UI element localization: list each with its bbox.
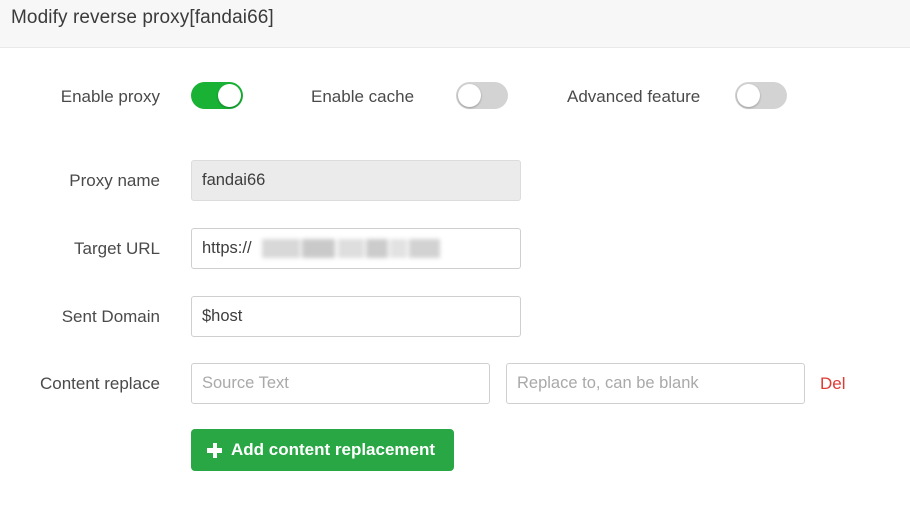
- enable-proxy-toggle[interactable]: [191, 82, 243, 109]
- switch-row: Enable proxy Enable cache Advanced featu…: [0, 48, 910, 118]
- advanced-feature-label: Advanced feature: [567, 87, 701, 106]
- content-replace-source-input[interactable]: [191, 363, 490, 404]
- content-replace-label: Content replace: [39, 374, 160, 393]
- sent-domain-row: Sent Domain: [0, 296, 910, 348]
- reverse-proxy-form: Enable proxy Enable cache Advanced featu…: [0, 48, 910, 506]
- enable-cache-label: Enable cache: [311, 87, 415, 106]
- add-replacement-row: Add content replacement: [0, 429, 910, 481]
- advanced-feature-toggle[interactable]: [735, 82, 787, 109]
- enable-proxy-label: Enable proxy: [60, 87, 160, 106]
- proxy-name-input: [191, 160, 521, 201]
- add-content-replacement-button[interactable]: Add content replacement: [191, 429, 455, 471]
- add-content-replacement-label: Add content replacement: [231, 440, 436, 459]
- toggle-knob: [458, 84, 481, 107]
- proxy-name-row: Proxy name: [0, 160, 910, 212]
- toggle-knob: [218, 84, 241, 107]
- enable-cache-toggle[interactable]: [456, 82, 508, 109]
- sent-domain-label: Sent Domain: [61, 307, 160, 326]
- plus-icon: [207, 442, 222, 458]
- sent-domain-input[interactable]: [191, 296, 521, 337]
- target-url-row: Target URL: [0, 228, 910, 280]
- target-url-field: [191, 228, 521, 269]
- page-title: Modify reverse proxy[fandai66]: [11, 7, 274, 28]
- target-url-label: Target URL: [74, 239, 160, 258]
- target-url-input[interactable]: [191, 228, 521, 269]
- dialog-header: Modify reverse proxy[fandai66]: [0, 0, 910, 48]
- proxy-name-label: Proxy name: [69, 171, 160, 190]
- toggle-knob: [737, 84, 760, 107]
- content-replace-delete-link[interactable]: Del: [820, 374, 846, 394]
- content-replace-row: Content replace Del: [0, 363, 910, 415]
- content-replace-target-input[interactable]: [506, 363, 805, 404]
